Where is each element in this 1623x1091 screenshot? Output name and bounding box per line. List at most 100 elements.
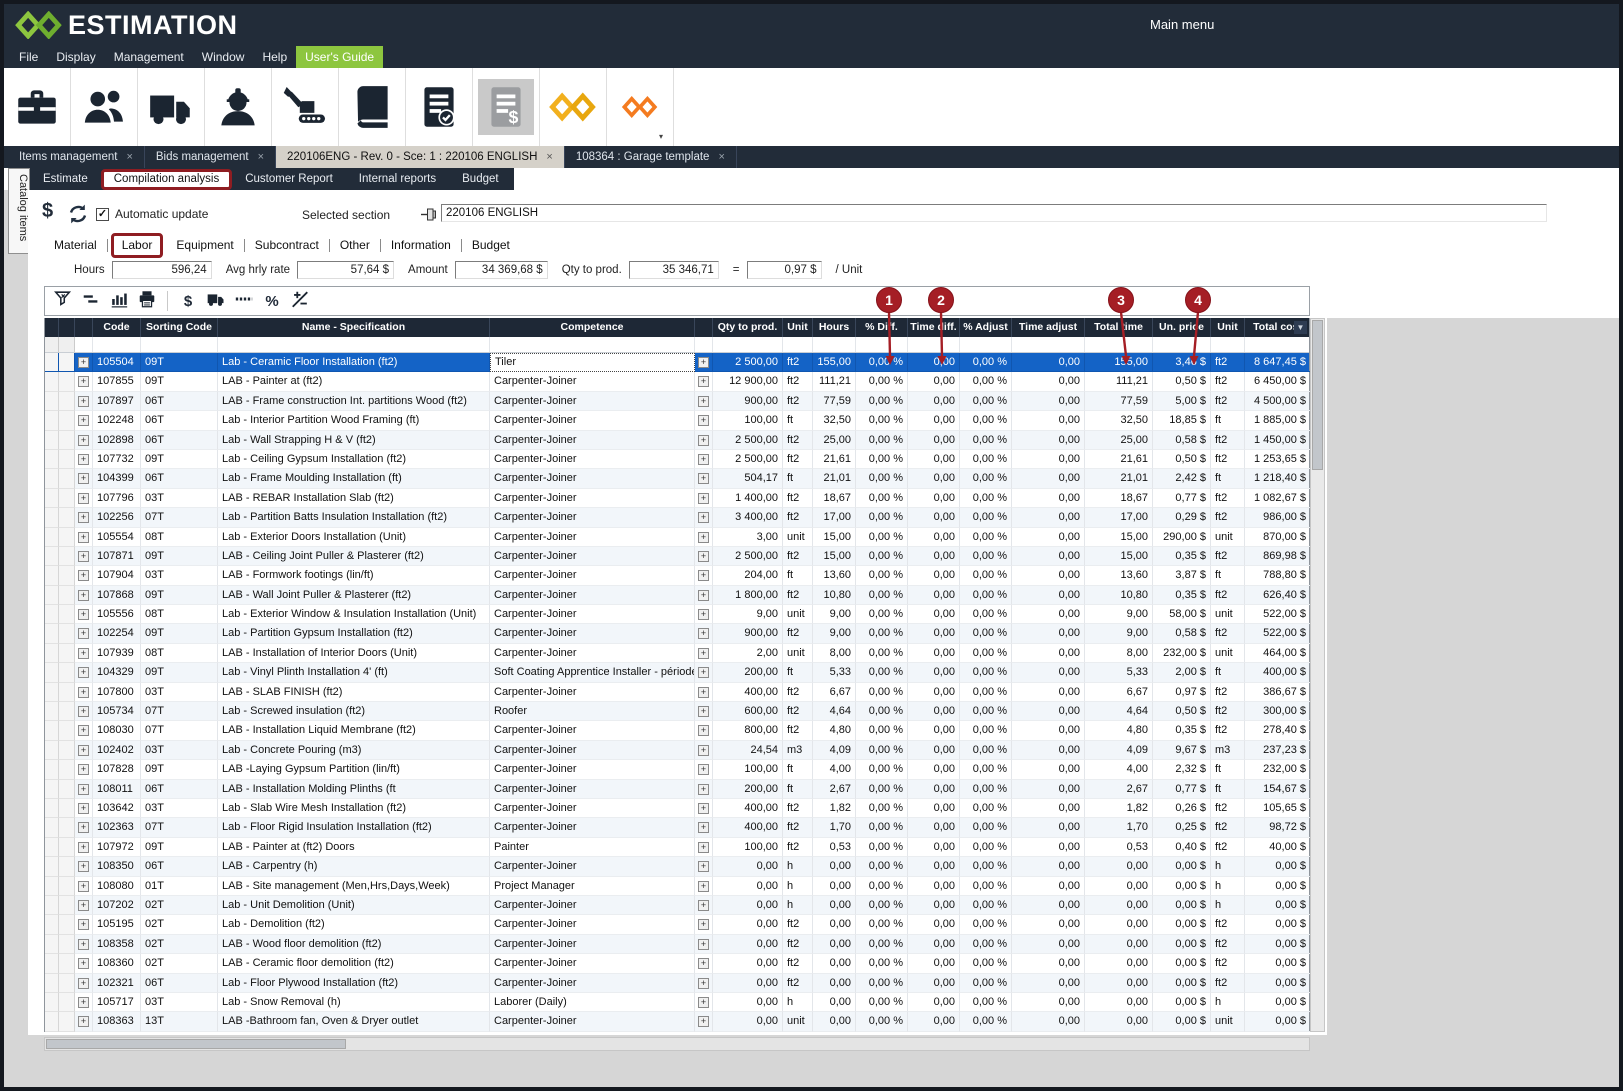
col-header-adjust[interactable]: % Adjust xyxy=(960,318,1012,337)
hours-value[interactable]: 596,24 xyxy=(112,261,212,279)
table-row[interactable]: +10236307TLab - Floor Rigid Insulation I… xyxy=(45,818,1309,837)
unit-price-value[interactable]: 0,97 $ xyxy=(747,261,822,279)
expand-plus-button[interactable]: + xyxy=(698,1016,709,1027)
tab-material[interactable]: Material xyxy=(44,239,108,252)
expand-plus-button[interactable]: + xyxy=(78,745,89,756)
selected-section-input[interactable]: 220106 ENGLISH xyxy=(441,204,1547,222)
col-header-blank-1[interactable] xyxy=(59,318,75,337)
tab-budget[interactable]: Budget xyxy=(449,168,511,190)
dollar-button[interactable]: $ xyxy=(176,289,200,313)
expand-plus-button[interactable]: + xyxy=(698,376,709,387)
tab-budget[interactable]: Budget xyxy=(462,239,520,252)
filter-button[interactable] xyxy=(51,289,75,313)
table-row[interactable]: +10550409TLab - Ceramic Floor Installati… xyxy=(45,353,1309,372)
table-row[interactable]: +10786809TLAB - Wall Joint Puller & Plas… xyxy=(45,586,1309,605)
book-button[interactable] xyxy=(339,68,406,146)
expand-plus-button[interactable]: + xyxy=(698,667,709,678)
expand-plus-button[interactable]: + xyxy=(698,822,709,833)
expand-plus-button[interactable]: + xyxy=(698,861,709,872)
expand-plus-button[interactable]: + xyxy=(78,532,89,543)
expand-plus-button[interactable]: + xyxy=(78,764,89,775)
printer-button[interactable] xyxy=(135,289,159,313)
expand-plus-button[interactable]: + xyxy=(698,532,709,543)
expand-plus-button[interactable]: + xyxy=(78,939,89,950)
table-row[interactable]: +10224806TLab - Interior Partition Wood … xyxy=(45,411,1309,430)
expand-plus-button[interactable]: + xyxy=(698,551,709,562)
menu-item-window[interactable]: Window xyxy=(193,46,254,68)
horizontal-scrollbar-thumb[interactable] xyxy=(46,1039,346,1049)
expand-plus-button[interactable]: + xyxy=(698,357,709,368)
menu-item-display[interactable]: Display xyxy=(47,46,104,68)
tab-equipment[interactable]: Equipment xyxy=(166,239,244,252)
expand-plus-button[interactable]: + xyxy=(698,919,709,930)
table-row[interactable]: +10439906TLab - Frame Moulding Installat… xyxy=(45,469,1309,488)
tab-internal-reports[interactable]: Internal reports xyxy=(346,168,449,190)
expand-plus-button[interactable]: + xyxy=(78,881,89,892)
expand-plus-button[interactable]: + xyxy=(78,570,89,581)
table-row[interactable]: +10803007TLAB - Installation Liquid Memb… xyxy=(45,721,1309,740)
chart-button[interactable] xyxy=(107,289,131,313)
expand-plus-button[interactable]: + xyxy=(78,435,89,446)
expand-plus-button[interactable]: + xyxy=(78,454,89,465)
menu-item-help[interactable]: Help xyxy=(253,46,296,68)
toolbox-button[interactable] xyxy=(4,68,71,146)
plusminus-button[interactable] xyxy=(288,289,312,313)
tab-estimate[interactable]: Estimate xyxy=(30,168,101,190)
table-row[interactable]: +10519502TLab - Demolition (ft2)Carpente… xyxy=(45,915,1309,934)
table-row[interactable]: +10240203TLab - Concrete Pouring (m3)Car… xyxy=(45,741,1309,760)
expand-plus-button[interactable]: + xyxy=(78,997,89,1008)
col-header-total-time[interactable]: Total time xyxy=(1085,318,1153,337)
table-row[interactable]: +10773209TLab - Ceiling Gypsum Installat… xyxy=(45,450,1309,469)
table-row[interactable]: +10836002TLAB - Ceramic floor demolition… xyxy=(45,954,1309,973)
expand-plus-button[interactable]: + xyxy=(78,803,89,814)
automatic-update-checkbox[interactable]: ✓ xyxy=(96,208,109,221)
expand-plus-button[interactable]: + xyxy=(78,919,89,930)
col-header-hours[interactable]: Hours xyxy=(813,318,856,337)
col-header-un-price[interactable]: Un. price xyxy=(1153,318,1211,337)
column-chooser-icon[interactable]: ▼ xyxy=(1294,321,1307,334)
table-row[interactable]: +10571703TLab - Snow Removal (h)Laborer … xyxy=(45,993,1309,1012)
refresh-icon[interactable] xyxy=(66,202,90,226)
expand-plus-button[interactable]: + xyxy=(698,706,709,717)
expand-plus-button[interactable]: + xyxy=(78,687,89,698)
table-row[interactable]: +10232106TLab - Floor Plywood Installati… xyxy=(45,974,1309,993)
col-header-competence[interactable]: Competence xyxy=(490,318,695,337)
expand-plus-button[interactable]: + xyxy=(78,512,89,523)
vertical-scrollbar[interactable] xyxy=(1310,318,1325,1032)
vertical-scrollbar-thumb[interactable] xyxy=(1312,320,1323,470)
expand-plus-button[interactable]: + xyxy=(78,551,89,562)
tab-bids-management[interactable]: Bids management× xyxy=(145,146,276,168)
table-row[interactable]: +10801106TLAB - Installation Molding Pli… xyxy=(45,780,1309,799)
expand-plus-button[interactable]: + xyxy=(698,473,709,484)
col-header-blank-0[interactable] xyxy=(45,318,59,337)
expand-plus-button[interactable]: + xyxy=(78,958,89,969)
expand-plus-button[interactable]: + xyxy=(698,628,709,639)
amount-value[interactable]: 34 369,68 $ xyxy=(455,261,548,279)
tab-compilation-analysis[interactable]: Compilation analysis xyxy=(101,169,232,190)
col-header-unit[interactable]: Unit xyxy=(783,318,813,337)
expand-plus-button[interactable]: + xyxy=(698,764,709,775)
table-row[interactable]: +10720202TLab - Unit Demolition (Unit)Ca… xyxy=(45,896,1309,915)
rows-button[interactable] xyxy=(79,289,103,313)
diamonds-orange-button[interactable]: ▾ xyxy=(607,68,674,146)
expand-plus-button[interactable]: + xyxy=(78,628,89,639)
col-header-unit[interactable]: Unit xyxy=(1211,318,1245,337)
expand-plus-button[interactable]: + xyxy=(78,376,89,387)
catalog-items-panel-tab[interactable]: Catalog items xyxy=(8,168,30,254)
table-row[interactable]: +10790403TLAB - Formwork footings (lin/f… xyxy=(45,566,1309,585)
horizontal-scrollbar[interactable] xyxy=(44,1037,1310,1051)
table-row[interactable]: +10555408TLab - Exterior Doors Installat… xyxy=(45,528,1309,547)
expand-plus-button[interactable]: + xyxy=(78,415,89,426)
doc-check-button[interactable] xyxy=(406,68,473,146)
close-icon[interactable]: × xyxy=(258,151,264,163)
expand-plus-button[interactable]: + xyxy=(78,706,89,717)
table-row[interactable]: +10225607TLab - Partition Batts Insulati… xyxy=(45,508,1309,527)
expand-plus-button[interactable]: + xyxy=(78,396,89,407)
col-header-time-diff[interactable]: Time diff. xyxy=(908,318,960,337)
tab-220106eng-rev-0-sce-1-220106-english[interactable]: 220106ENG - Rev. 0 - Sce: 1 : 220106 ENG… xyxy=(276,146,565,168)
menu-item-file[interactable]: File xyxy=(10,46,47,68)
qty-to-prod-value[interactable]: 35 346,71 xyxy=(629,261,719,279)
col-header-diff[interactable]: % Diff. xyxy=(856,318,908,337)
table-row[interactable]: +10289806TLab - Wall Strapping H & V (ft… xyxy=(45,431,1309,450)
close-icon[interactable]: × xyxy=(718,151,724,163)
